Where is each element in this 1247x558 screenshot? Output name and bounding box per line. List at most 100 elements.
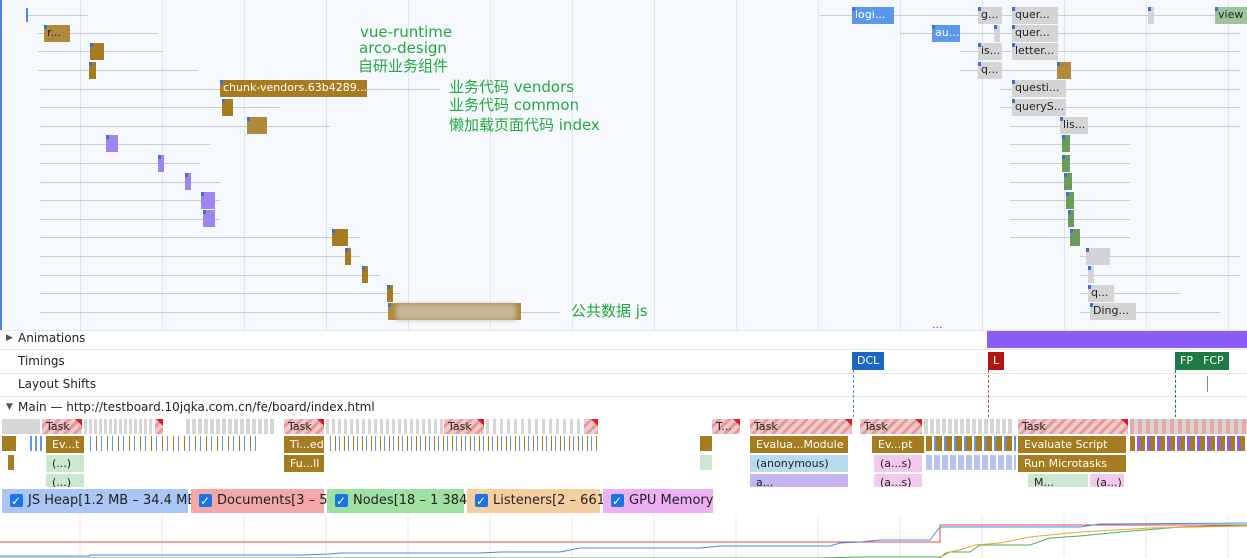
request-bar[interactable]: is... (978, 43, 1002, 60)
checkbox-icon[interactable] (475, 489, 488, 513)
request-bar[interactable]: Ding... (1090, 303, 1136, 320)
request-bar[interactable] (1088, 266, 1094, 283)
timing-fcp[interactable]: FCP (1198, 352, 1229, 370)
legend-gpu-memory[interactable]: GPU Memory (603, 489, 713, 513)
track-main[interactable]: Main — http://testboard.10jqka.com.cn/fe… (18, 400, 375, 414)
timing-fp[interactable]: FP (1175, 352, 1198, 370)
documents-line (0, 524, 1247, 543)
request-bar[interactable] (185, 173, 191, 190)
request-bar[interactable]: quer... (1012, 7, 1058, 24)
animation-bar[interactable] (987, 331, 1247, 348)
request-bar[interactable] (1086, 248, 1110, 265)
request-bar[interactable]: queryS... (1012, 99, 1066, 116)
request-bar[interactable] (1068, 210, 1074, 227)
track-animations[interactable]: Animations (18, 331, 85, 345)
request-bar[interactable] (1070, 229, 1080, 246)
task-block[interactable]: Task (860, 419, 922, 434)
call-evaluate-module[interactable]: Evalua...Module (750, 436, 848, 453)
memory-graph[interactable] (0, 515, 1247, 558)
request-bar[interactable]: view (1215, 7, 1247, 24)
legend-js-heap[interactable]: JS Heap[1.2 MB – 34.4 MB] (2, 489, 201, 513)
request-bar[interactable] (332, 229, 348, 246)
request-bar[interactable] (203, 210, 215, 227)
checkbox-icon[interactable] (611, 489, 624, 513)
call-evaluate[interactable]: Ev...t (46, 436, 84, 453)
task-block[interactable]: Task (750, 419, 852, 434)
checkbox-icon[interactable] (10, 489, 23, 513)
request-bar[interactable]: q... (978, 62, 1002, 79)
request-bar[interactable] (1062, 135, 1070, 152)
request-bar[interactable] (247, 117, 267, 134)
request-bar[interactable] (222, 99, 233, 116)
request-bar[interactable] (1064, 173, 1072, 190)
task-block[interactable]: Task (444, 419, 484, 434)
request-bar[interactable] (345, 248, 351, 265)
request-bar[interactable]: questi... (1012, 80, 1066, 97)
timing-dcl[interactable]: DCL (852, 352, 885, 370)
annotation-arco-design: arco-design (359, 39, 447, 57)
collapse-main-icon[interactable]: ▼ (6, 402, 13, 412)
task-block[interactable]: Task (1018, 419, 1128, 434)
request-bar[interactable] (387, 285, 393, 302)
request-bar[interactable]: g... (978, 7, 1002, 24)
request-bar[interactable]: au... (932, 25, 960, 42)
legend-listeners[interactable]: Listeners[2 – 661] (467, 489, 610, 513)
call-evaluate-script[interactable]: Ev...pt (872, 436, 924, 453)
call-anonymous[interactable]: (...) (46, 455, 84, 472)
request-bar[interactable] (362, 266, 368, 283)
request-bar[interactable] (106, 135, 118, 152)
track-timings: Timings (18, 354, 65, 368)
call-microtask[interactable]: M... (1028, 474, 1088, 487)
call-evaluate-script-main[interactable]: Evaluate Script (1018, 436, 1126, 453)
annotation-business-common: 业务代码 common (449, 96, 580, 114)
layout-shift-marker[interactable] (1207, 376, 1208, 392)
task-block[interactable]: Task (42, 419, 82, 434)
track-layout-shifts: Layout Shifts (18, 377, 97, 391)
legend-nodes[interactable]: Nodes[18 – 1 384] (327, 489, 472, 513)
request-bar[interactable] (89, 62, 96, 79)
call-timer-fired[interactable]: Ti...ed (284, 436, 324, 453)
request-bar-chunk-vendors[interactable]: chunk-vendors.63b4289... (220, 80, 367, 97)
request-bar[interactable]: quer... (1012, 25, 1058, 42)
annotation-business-vendors: 业务代码 vendors (449, 78, 575, 96)
call-anonymous-micro[interactable]: (a...) (1090, 474, 1124, 487)
request-bar[interactable]: letter... (1012, 43, 1058, 60)
call-function[interactable]: Fu...ll (284, 455, 324, 472)
more-indicator[interactable]: ... (932, 318, 943, 330)
legend-documents[interactable]: Documents[3 – 5] (191, 489, 333, 513)
call-run-microtasks[interactable]: Run Microtasks (1018, 455, 1126, 472)
request-bar[interactable] (201, 192, 215, 209)
request-bar[interactable]: r... (44, 25, 70, 42)
call-a[interactable]: a... (750, 474, 848, 487)
task-block[interactable]: T... (712, 419, 740, 434)
request-bar[interactable] (1062, 155, 1070, 172)
request-bar[interactable]: q... (1088, 285, 1114, 302)
request-bar[interactable] (1148, 7, 1154, 24)
network-waterfall[interactable]: r... chunk-vendors.63b4289... logi... g.… (0, 0, 1247, 330)
annotation-self-components: 自研业务组件 (358, 57, 449, 75)
annotation-common-data: 公共数据 js (571, 302, 648, 320)
checkbox-icon[interactable] (335, 489, 348, 513)
request-bar[interactable]: logi... (852, 7, 894, 24)
request-bar[interactable] (994, 25, 1000, 42)
request-bar[interactable] (158, 155, 164, 172)
main-thread-flamechart[interactable]: Task Task Task T... Task Task Task Ev...… (0, 417, 1247, 487)
timing-l[interactable]: L (988, 352, 1005, 370)
request-bar[interactable] (1057, 62, 1071, 79)
checkbox-icon[interactable] (199, 489, 212, 513)
annotation-lazy-index: 懒加载页面代码 index (449, 116, 600, 134)
task-block[interactable] (584, 419, 598, 434)
call-anonymous-module[interactable]: (anonymous) (750, 455, 848, 472)
call-anonymous-script-nested[interactable]: (a...s) (874, 474, 922, 487)
request-bar[interactable] (90, 43, 104, 60)
listeners-line (939, 525, 1247, 558)
task-block[interactable] (155, 419, 163, 434)
call-anonymous-nested[interactable]: (...) (46, 474, 84, 487)
request-bar[interactable]: lis... (1060, 117, 1088, 134)
expand-animations-icon[interactable]: ▶ (6, 333, 13, 343)
request-bar[interactable] (1066, 192, 1074, 209)
js-heap-line (0, 522, 1247, 557)
task-block[interactable]: Task (284, 419, 324, 434)
memory-legend: JS Heap[1.2 MB – 34.4 MB] Documents[3 – … (0, 487, 1247, 515)
call-anonymous-script[interactable]: (a...s) (874, 455, 922, 472)
